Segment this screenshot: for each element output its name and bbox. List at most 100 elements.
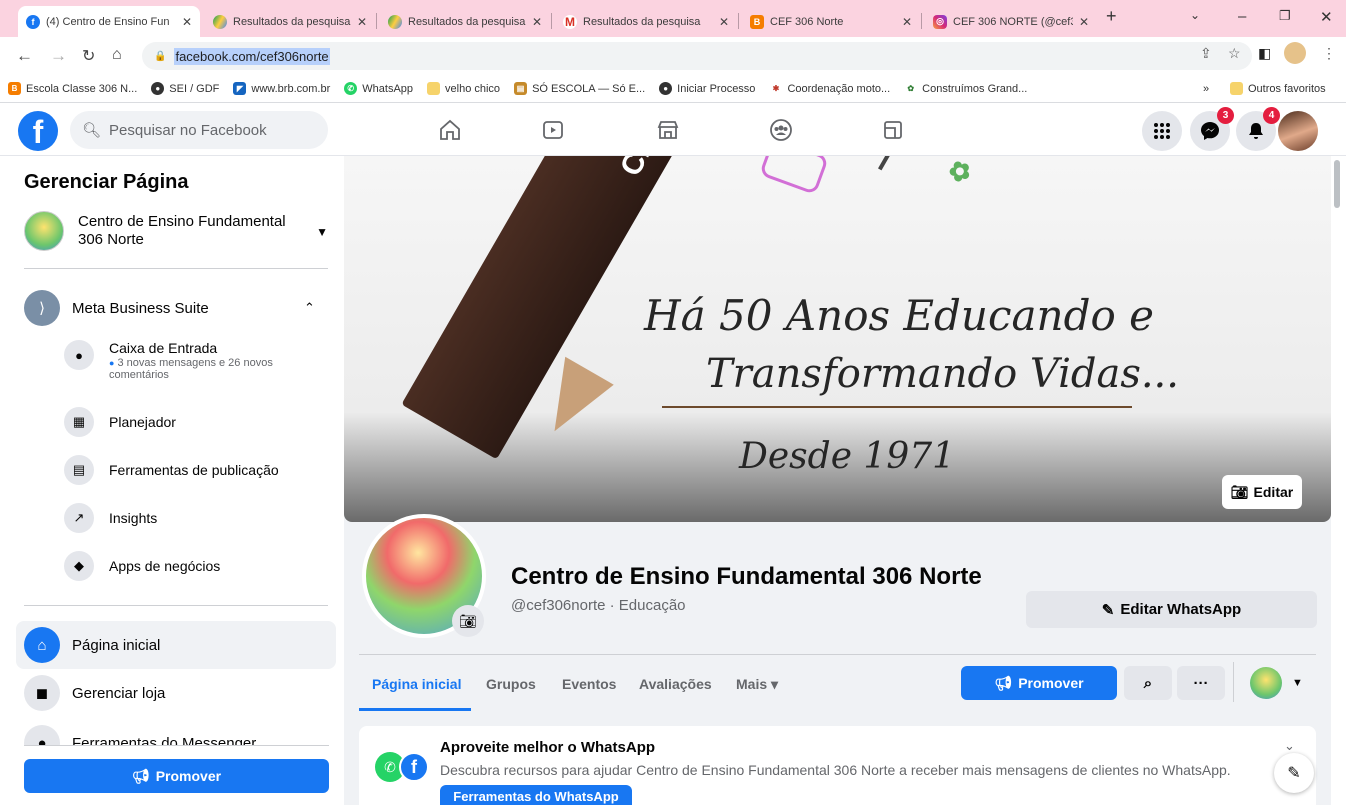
sidebar-item-insights[interactable]: ↗ Insights (64, 503, 157, 533)
sidebar-item-business-apps[interactable]: ◆ Apps de negócios (64, 551, 220, 581)
calendar-icon: ▦ (64, 407, 94, 437)
facebook-search-input[interactable]: 🔍︎ Pesquisar no Facebook (70, 111, 328, 149)
bookmark-item[interactable]: ● SEI / GDF (151, 82, 219, 95)
close-tab-icon[interactable]: ✕ (1079, 15, 1089, 29)
marketplace-nav-icon[interactable] (655, 117, 681, 143)
bookmark-item[interactable]: velho chico (427, 82, 500, 95)
browser-tab-gmail[interactable]: M Resultados da pesquisa ✕ (555, 6, 737, 37)
tab-search-icon[interactable]: ⌄ (1190, 8, 1200, 22)
reload-icon[interactable]: ↻ (82, 46, 95, 66)
profile-avatar[interactable] (1284, 42, 1306, 64)
instagram-icon: ◎ (933, 14, 947, 29)
browser-tab-drive-2[interactable]: Resultados da pesquisa ✕ (380, 6, 550, 37)
url-text[interactable]: facebook.com/cef306norte (174, 47, 330, 65)
more-options-button[interactable]: ··· (1177, 666, 1225, 700)
megaphone-icon: 📢︎ (994, 674, 1013, 691)
bookmark-item[interactable]: ▤ SÓ ESCOLA — Só E... (514, 82, 645, 95)
home-icon[interactable]: ⌂ (112, 46, 122, 64)
scrollbar-thumb[interactable] (1334, 160, 1340, 208)
minimize-icon[interactable]: – (1238, 8, 1246, 25)
bookmark-item[interactable]: ● Iniciar Processo (659, 82, 755, 95)
browser-tab-blogger[interactable]: B CEF 306 Norte ✕ (742, 6, 920, 37)
pages-nav-icon[interactable] (880, 117, 906, 143)
home-icon: ⌂ (24, 627, 60, 663)
compose-message-icon[interactable]: ✎ (1274, 753, 1314, 793)
address-bar[interactable]: 🔒 facebook.com/cef306norte (142, 42, 1252, 70)
close-tab-icon[interactable]: ✕ (719, 15, 729, 29)
camera-icon[interactable]: 📷︎ (452, 605, 484, 637)
watch-nav-icon[interactable] (540, 117, 566, 143)
sidebar-item-home[interactable]: ⌂ Página inicial (16, 621, 336, 669)
facebook-logo-icon[interactable]: f (18, 111, 58, 151)
close-tab-icon[interactable]: ✕ (182, 15, 192, 29)
sidebar-item-publishing-tools[interactable]: ▤ Ferramentas de publicação (64, 455, 279, 485)
notifications-badge: 4 (1263, 107, 1280, 124)
chevron-down-icon[interactable]: ⌄ (1284, 738, 1295, 754)
whatsapp-icon: ✆ (344, 82, 358, 95)
browser-tab-facebook[interactable]: f (4) Centro de Ensino Fun ✕ (18, 6, 200, 37)
whatsapp-tools-button[interactable]: Ferramentas do WhatsApp (440, 785, 632, 805)
close-tab-icon[interactable]: ✕ (532, 15, 542, 29)
groups-nav-icon[interactable] (768, 117, 794, 143)
book-icon: ▤ (514, 82, 528, 95)
sidepanel-icon[interactable]: ◧ (1258, 45, 1271, 62)
page-avatar (24, 211, 64, 251)
notifications-bell-icon[interactable]: 4 (1236, 107, 1280, 151)
cover-photo: CEF 306 ✿ Há 50 Anos Educando e Transfor… (344, 156, 1331, 522)
share-icon[interactable]: ⇪ (1200, 45, 1212, 62)
user-avatar[interactable] (1278, 111, 1318, 151)
forward-icon[interactable]: → (50, 46, 67, 66)
tab-groups[interactable]: Grupos (486, 676, 536, 692)
blogger-icon: B (8, 82, 21, 95)
chevron-up-icon[interactable]: ⌃ (304, 300, 315, 316)
page-selector[interactable]: Centro de Ensino Fundamental 306 Norte ▼ (24, 211, 334, 251)
search-page-button[interactable]: ⌕ (1124, 666, 1172, 700)
bookmark-item[interactable]: B Escola Classe 306 N... (8, 82, 137, 95)
browser-tab-instagram[interactable]: ◎ CEF 306 NORTE (@cef30 ✕ (925, 6, 1097, 37)
tab-more[interactable]: Mais ▾ (736, 676, 778, 693)
bookmark-item[interactable]: ✱ Coordenação moto... (769, 82, 890, 95)
meta-business-suite-item[interactable]: ⟩ Meta Business Suite ⌃ (0, 290, 336, 326)
menu-grid-icon[interactable] (1142, 111, 1182, 151)
brb-icon: ◤ (233, 82, 247, 95)
home-nav-icon[interactable] (437, 117, 463, 143)
bookmarks-more-button[interactable]: » (1203, 83, 1209, 95)
close-tab-icon[interactable]: ✕ (902, 15, 912, 29)
edit-whatsapp-button[interactable]: ✎ Editar WhatsApp (1026, 591, 1317, 628)
browser-menu-icon[interactable]: ⋮ (1322, 45, 1336, 62)
bookmark-item[interactable]: ◤ www.brb.com.br (233, 82, 330, 95)
browser-tab-drive-1[interactable]: Resultados da pesquisa ✕ (205, 6, 375, 37)
tab-reviews[interactable]: Avaliações (639, 676, 712, 692)
sidebar-item-manage-shop[interactable]: ◼ Gerenciar loja (0, 675, 336, 711)
caret-down-icon[interactable]: ▼ (1292, 677, 1303, 689)
back-icon[interactable]: ← (16, 46, 33, 66)
whatsapp-facebook-icon: ✆ f (375, 752, 429, 782)
window-close-icon[interactable]: ✕ (1320, 8, 1333, 26)
new-tab-button[interactable]: + (1106, 6, 1117, 27)
promote-button[interactable]: 📢︎ Promover (961, 666, 1117, 700)
sidebar-item-planner[interactable]: ▦ Planejador (64, 407, 176, 437)
bookmark-item[interactable]: ✿ Construímos Grand... (904, 82, 1027, 95)
page-title: Centro de Ensino Fundamental 306 Norte (511, 563, 982, 590)
scrollbar[interactable] (1331, 156, 1346, 805)
sidebar-promote-button[interactable]: 📢︎ Promover (24, 759, 329, 793)
restore-icon[interactable]: ❐ (1279, 8, 1291, 24)
sidebar-item-inbox[interactable]: ● Caixa de Entrada ● 3 novas mensagens e… (64, 340, 309, 381)
folder-icon (427, 82, 441, 95)
shopping-bag-icon: ◼ (24, 675, 60, 711)
bookmark-item[interactable]: ✆ WhatsApp (344, 82, 413, 95)
messenger-icon[interactable]: 3 (1190, 107, 1234, 151)
search-icon: ⌕ (1143, 674, 1153, 692)
tab-home[interactable]: Página inicial (372, 676, 461, 692)
leaf-icon: ✿ (904, 82, 918, 95)
edit-cover-button[interactable]: 📷︎ Editar (1222, 475, 1302, 509)
bookmark-star-icon[interactable]: ☆ (1228, 45, 1241, 62)
browser-tab-strip: f (4) Centro de Ensino Fun ✕ Resultados … (0, 0, 1346, 37)
page-switcher-avatar[interactable] (1250, 667, 1282, 699)
tab-events[interactable]: Eventos (562, 676, 616, 692)
folder-icon (1230, 82, 1243, 95)
megaphone-icon: 📢︎ (131, 767, 150, 784)
close-tab-icon[interactable]: ✕ (357, 15, 367, 29)
other-bookmarks[interactable]: Outros favoritos (1230, 82, 1326, 95)
sidebar-item-messenger-tools[interactable]: ● Ferramentas do Messenger (0, 725, 336, 745)
